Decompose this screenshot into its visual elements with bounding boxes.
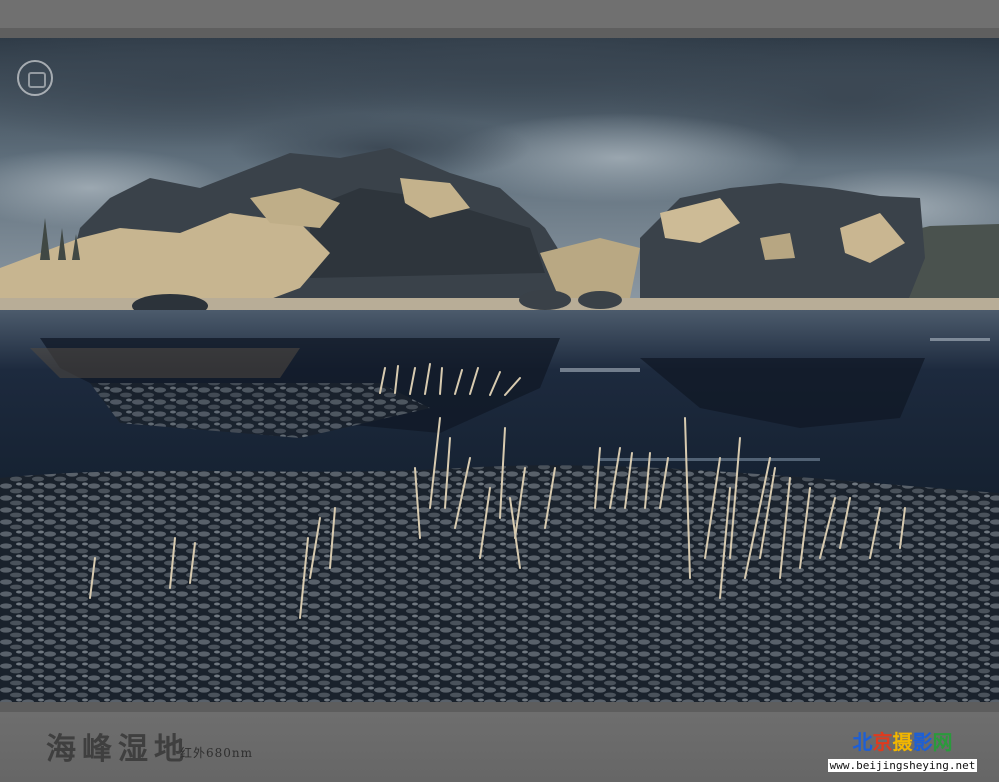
brand-name: 北京摄影网 [820,730,985,754]
brand-char: 京 [872,730,893,754]
brand-char: 北 [852,730,873,754]
brand-char: 网 [932,730,953,754]
brand-char: 影 [912,730,933,754]
top-frame-band [0,0,999,28]
photo-title: 海峰湿地 [46,732,190,767]
brand-char: 摄 [892,730,913,754]
frame-divider-top [0,28,999,38]
photo-subtitle: 红外680nm [180,746,254,760]
infrared-landscape-image [0,38,999,702]
watermark-seal-icon [17,60,53,96]
brand-url: www.beijingsheying.net [827,759,978,772]
photograph [0,38,999,702]
site-brand-logo: 北京摄影网 www.beijingsheying.net [820,730,985,773]
right-karst-rocks [640,183,925,308]
